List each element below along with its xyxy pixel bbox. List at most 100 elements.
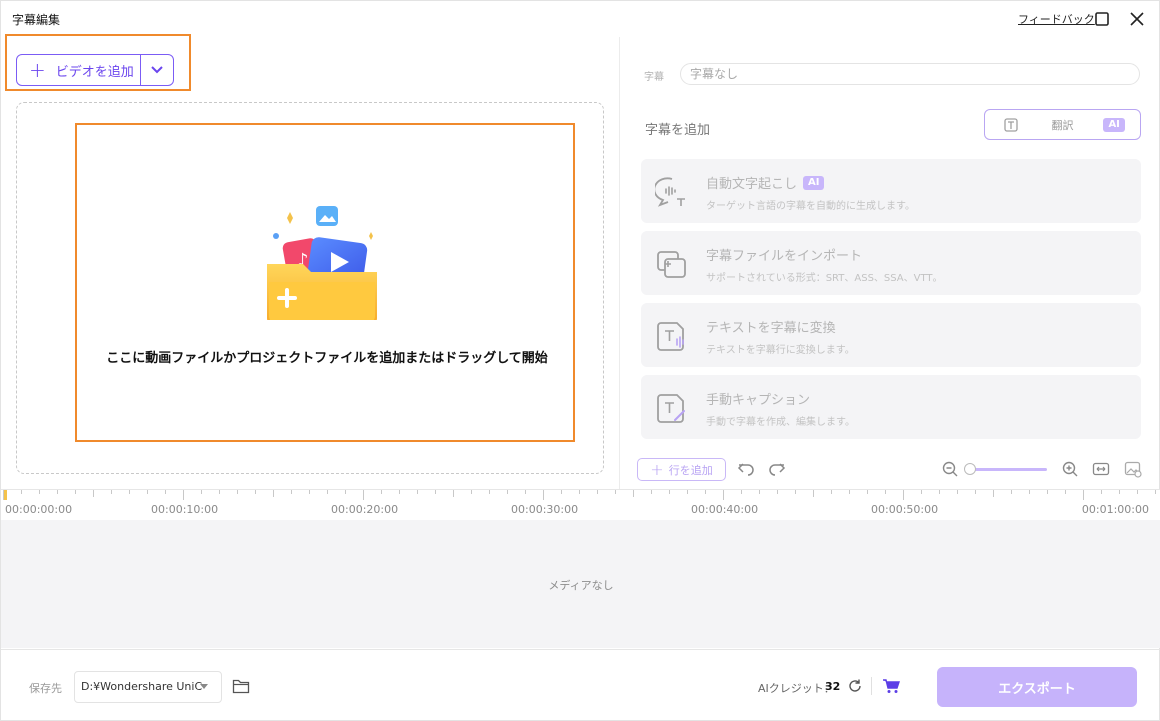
- ruler-major-tick: [3, 490, 4, 500]
- drop-zone-text: ここに動画ファイルかプロジェクトファイルを追加またはドラッグして開始: [106, 351, 548, 366]
- ruler-minor-tick: [435, 490, 436, 494]
- zoom-slider-thumb[interactable]: [964, 463, 976, 475]
- drop-zone-highlight: ♪ ここに動画ファイルかプロジェクトファイルを追加またはドラッグして開始: [75, 123, 575, 442]
- ruler-minor-tick: [417, 490, 418, 494]
- mode-translate[interactable]: 翻訳: [1037, 110, 1089, 139]
- caret-down-icon: [200, 684, 208, 689]
- ruler-time-label: 00:00:40:00: [691, 503, 759, 516]
- ruler-minor-tick: [651, 490, 652, 494]
- zoom-slider[interactable]: [969, 468, 1047, 471]
- ruler-minor-tick: [795, 490, 796, 494]
- ruler-minor-tick: [921, 490, 922, 494]
- ruler-minor-tick: [687, 490, 688, 494]
- ruler-minor-tick: [309, 490, 310, 494]
- add-row-button[interactable]: + 行を追加: [637, 458, 726, 481]
- ruler-minor-tick: [939, 490, 940, 494]
- ruler-minor-tick: [1065, 490, 1066, 494]
- refresh-icon[interactable]: [847, 678, 863, 694]
- ruler-minor-tick: [615, 490, 616, 494]
- ruler-minor-tick: [885, 490, 886, 494]
- ruler-minor-tick: [957, 490, 958, 494]
- ruler-minor-tick: [1029, 490, 1030, 494]
- save-location-label: 保存先: [29, 682, 62, 695]
- ruler-major-tick: [1083, 490, 1084, 500]
- ruler-minor-tick: [381, 490, 382, 494]
- cart-icon[interactable]: [882, 678, 900, 694]
- ruler-minor-tick: [975, 490, 976, 494]
- ruler-minor-tick: [291, 490, 292, 494]
- ruler-minor-tick: [129, 490, 130, 494]
- mode-text[interactable]: [985, 110, 1037, 139]
- ruler-minor-tick: [57, 490, 58, 494]
- folder-icon[interactable]: [232, 678, 251, 694]
- import-subtitle-card[interactable]: 字幕ファイルをインポート サポートされている形式：SRT、ASS、SSA、VTT…: [641, 231, 1141, 295]
- ruler-minor-tick: [993, 490, 994, 497]
- auto-transcribe-card[interactable]: 自動文字起こし AI ターゲット言語の字幕を自動的に生成します。: [641, 159, 1141, 223]
- card-title: 自動文字起こし AI: [706, 173, 825, 192]
- undo-icon[interactable]: [737, 460, 755, 478]
- subtitle-panel: 字幕 字幕なし 字幕を追加 翻訳 AI 自動文字起こし AI ターゲット言語の字…: [621, 37, 1159, 489]
- subtitle-toolbar: + 行を追加: [621, 455, 1159, 483]
- ruler-minor-tick: [561, 490, 562, 494]
- timeline-ruler[interactable]: 00:00:00:00 00:00:10:00 00:00:20:00 00:00:3…: [1, 489, 1160, 520]
- add-video-dropdown[interactable]: [141, 55, 173, 85]
- ruler-minor-tick: [1155, 490, 1156, 494]
- title-bar: 字幕編集 フィードバック: [1, 1, 1159, 37]
- image-settings-icon[interactable]: [1124, 460, 1142, 478]
- ruler-minor-tick: [237, 490, 238, 494]
- card-description: 手動で字幕を作成、編集します。: [706, 417, 855, 428]
- add-subtitle-title: 字幕を追加: [645, 123, 711, 138]
- ruler-time-label: 00:00:10:00: [151, 503, 219, 516]
- zoom-in-icon[interactable]: [1061, 460, 1079, 478]
- ruler-major-tick: [363, 490, 364, 500]
- ruler-minor-tick: [669, 490, 670, 494]
- ruler-minor-tick: [777, 490, 778, 494]
- fit-width-icon[interactable]: [1092, 460, 1110, 478]
- redo-icon[interactable]: [768, 460, 786, 478]
- window-title: 字幕編集: [12, 13, 61, 27]
- text-to-audio-icon: [657, 322, 684, 351]
- ruler-minor-tick: [75, 490, 76, 494]
- plus-icon: +: [29, 58, 46, 82]
- feedback-link[interactable]: フィードバック: [1018, 11, 1095, 27]
- ruler-minor-tick: [579, 490, 580, 494]
- ruler-minor-tick: [201, 490, 202, 494]
- export-button[interactable]: エクスポート: [937, 667, 1137, 707]
- ruler-minor-tick: [597, 490, 598, 494]
- subtitle-select[interactable]: 字幕なし: [680, 63, 1140, 85]
- mode-ai[interactable]: AI: [1088, 110, 1140, 139]
- ruler-minor-tick: [849, 490, 850, 494]
- ruler-minor-tick: [345, 490, 346, 494]
- card-title: テキストを字幕に変換: [706, 321, 836, 336]
- ruler-time-label: 00:00:50:00: [871, 503, 939, 516]
- ruler-minor-tick: [525, 490, 526, 494]
- ruler-minor-tick: [453, 490, 454, 497]
- ai-badge: AI: [803, 175, 825, 190]
- subtitle-editor-window: 字幕編集 フィードバック + ビデオを追加 ♪ ここに動画ファイルかプロジェクト…: [0, 0, 1160, 721]
- ruler-minor-tick: [39, 490, 40, 494]
- drop-zone[interactable]: ♪ ここに動画ファイルかプロジェクトファイルを追加またはドラッグして開始: [16, 102, 604, 474]
- card-title: 手動キャプション: [706, 393, 811, 408]
- ruler-time-label: 00:00:00:00: [5, 503, 73, 516]
- text-to-subtitle-card[interactable]: テキストを字幕に変換 テキストを字幕行に変換します。: [641, 303, 1141, 367]
- ruler-minor-tick: [759, 490, 760, 494]
- ruler-minor-tick: [741, 490, 742, 494]
- close-icon[interactable]: [1127, 9, 1147, 29]
- add-video-button[interactable]: + ビデオを追加: [16, 54, 174, 86]
- zoom-out-icon[interactable]: [941, 460, 959, 478]
- ruler-time-label: 00:00:30:00: [511, 503, 579, 516]
- text-edit-icon: [657, 394, 685, 423]
- timeline-track[interactable]: メディアなし: [1, 520, 1160, 648]
- manual-caption-card[interactable]: 手動キャプション 手動で字幕を作成、編集します。: [641, 375, 1141, 439]
- ruler-major-tick: [903, 490, 904, 500]
- ruler-minor-tick: [633, 490, 634, 497]
- maximize-icon[interactable]: [1092, 9, 1112, 29]
- card-title: 字幕ファイルをインポート: [706, 249, 863, 264]
- add-video-main[interactable]: + ビデオを追加: [17, 55, 142, 85]
- ruler-major-tick: [543, 490, 544, 500]
- plus-icon: +: [650, 459, 664, 479]
- ruler-minor-tick: [93, 490, 94, 497]
- ruler-minor-tick: [867, 490, 868, 494]
- add-video-label: ビデオを追加: [55, 64, 134, 80]
- ruler-minor-tick: [507, 490, 508, 494]
